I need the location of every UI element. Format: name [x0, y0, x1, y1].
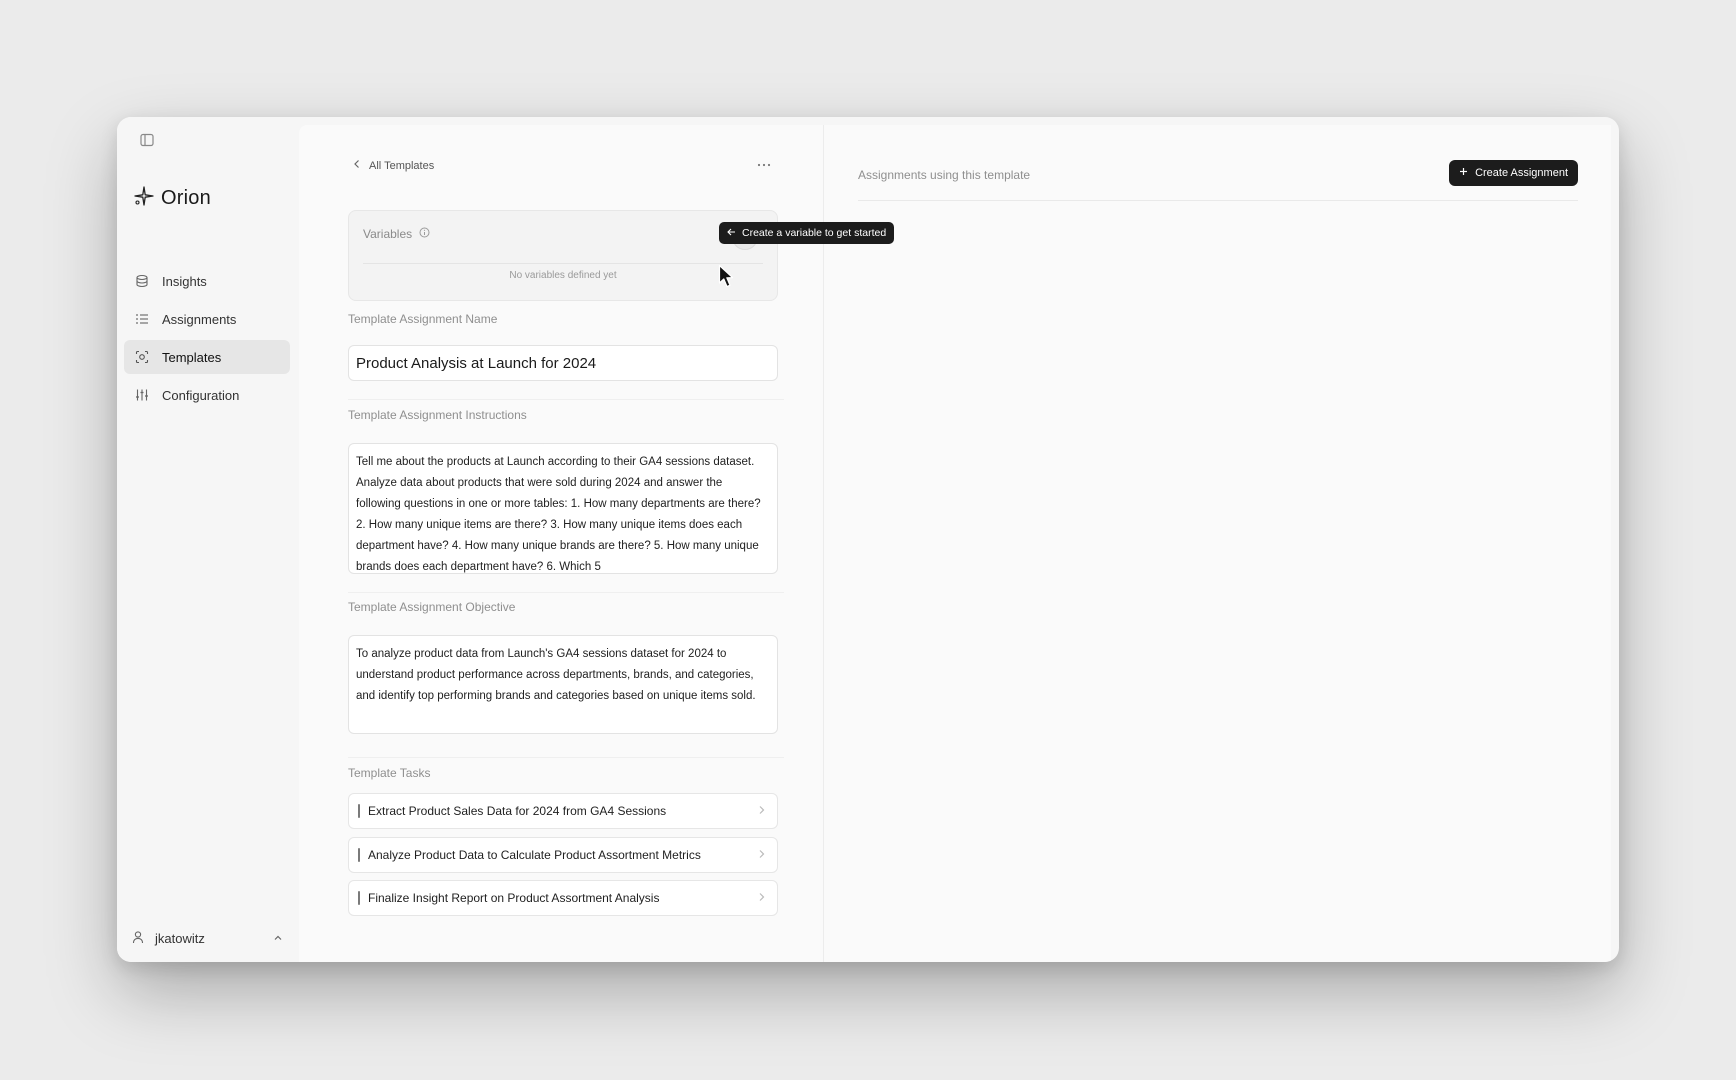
main-content: All Templates Variables No variables def…: [299, 125, 1611, 962]
template-icon: [134, 349, 150, 365]
user-icon: [131, 930, 145, 947]
more-horizontal-icon[interactable]: [754, 155, 774, 175]
sidebar-item-label: Templates: [162, 349, 222, 365]
template-editor: All Templates Variables No variables def…: [299, 125, 895, 962]
brand-logo: Orion: [133, 185, 211, 212]
task-item[interactable]: Extract Product Sales Data for 2024 from…: [348, 793, 778, 829]
task-status-bar: [358, 804, 360, 818]
chevron-left-icon: [353, 159, 361, 172]
sidebar-nav: Insights Assignments Templates Configura…: [124, 264, 290, 412]
back-link-label: All Templates: [369, 159, 435, 172]
sliders-icon: [134, 387, 150, 403]
plus-icon: [1459, 167, 1468, 179]
sidebar-item-configuration[interactable]: Configuration: [124, 378, 290, 412]
task-status-bar: [358, 891, 360, 905]
template-tasks-label: Template Tasks: [348, 766, 431, 780]
user-name: jkatowitz: [155, 930, 205, 946]
user-menu[interactable]: jkatowitz: [131, 926, 283, 950]
section-divider: [348, 399, 784, 400]
section-divider: [348, 592, 784, 593]
template-instructions-textarea[interactable]: Tell me about the products at Launch acc…: [348, 443, 778, 574]
brand-name: Orion: [161, 187, 211, 209]
chevron-right-icon: [758, 891, 765, 905]
template-objective-textarea[interactable]: To analyze product data from Launch's GA…: [348, 635, 778, 734]
sidebar-toggle-icon[interactable]: [139, 132, 155, 148]
sidebar-item-label: Insights: [162, 273, 207, 289]
back-to-all-templates[interactable]: All Templates: [353, 159, 434, 172]
sidebar-item-templates[interactable]: Templates: [124, 340, 290, 374]
assignments-panel-divider: [858, 200, 1578, 201]
sidebar-item-label: Assignments: [162, 311, 237, 327]
variables-title: Variables: [363, 227, 413, 241]
database-icon: [134, 273, 150, 289]
tooltip-text: Create a variable to get started: [742, 227, 887, 239]
task-item[interactable]: Finalize Insight Report on Product Assor…: [348, 880, 778, 916]
sidebar: Orion Insights Assignments Templates Con…: [117, 117, 299, 962]
sparkle-icon: [133, 185, 155, 212]
template-name-label: Template Assignment Name: [348, 312, 498, 326]
variables-card: Variables No variables defined yet: [348, 210, 778, 301]
task-status-bar: [358, 848, 360, 862]
app-window: Orion Insights Assignments Templates Con…: [117, 117, 1619, 962]
create-variable-tooltip: Create a variable to get started: [719, 222, 895, 244]
create-assignment-label: Create Assignment: [1475, 167, 1568, 179]
section-divider: [348, 757, 784, 758]
task-item[interactable]: Analyze Product Data to Calculate Produc…: [348, 837, 778, 873]
info-icon[interactable]: [419, 227, 430, 241]
chevron-right-icon: [758, 804, 765, 818]
template-objective-label: Template Assignment Objective: [348, 600, 516, 614]
sidebar-item-label: Configuration: [162, 387, 240, 403]
chevron-right-icon: [758, 848, 765, 862]
list-icon: [134, 311, 150, 327]
variables-empty-state: No variables defined yet: [509, 270, 617, 281]
variables-divider: [363, 263, 763, 264]
task-label: Finalize Insight Report on Product Assor…: [368, 891, 660, 905]
arrow-left-icon: [727, 227, 736, 239]
assignments-panel: Assignments using this template Create A…: [824, 125, 1611, 962]
variables-header: Variables: [363, 227, 430, 241]
task-label: Analyze Product Data to Calculate Produc…: [368, 848, 701, 862]
chevron-up-icon[interactable]: [273, 931, 283, 946]
template-name-input[interactable]: Product Analysis at Launch for 2024: [348, 345, 778, 381]
template-instructions-label: Template Assignment Instructions: [348, 408, 527, 422]
mouse-cursor-icon: [718, 264, 736, 290]
sidebar-item-assignments[interactable]: Assignments: [124, 302, 290, 336]
create-assignment-button[interactable]: Create Assignment: [1449, 160, 1578, 186]
task-label: Extract Product Sales Data for 2024 from…: [368, 804, 667, 818]
assignments-panel-title: Assignments using this template: [858, 168, 1031, 182]
sidebar-item-insights[interactable]: Insights: [124, 264, 290, 298]
